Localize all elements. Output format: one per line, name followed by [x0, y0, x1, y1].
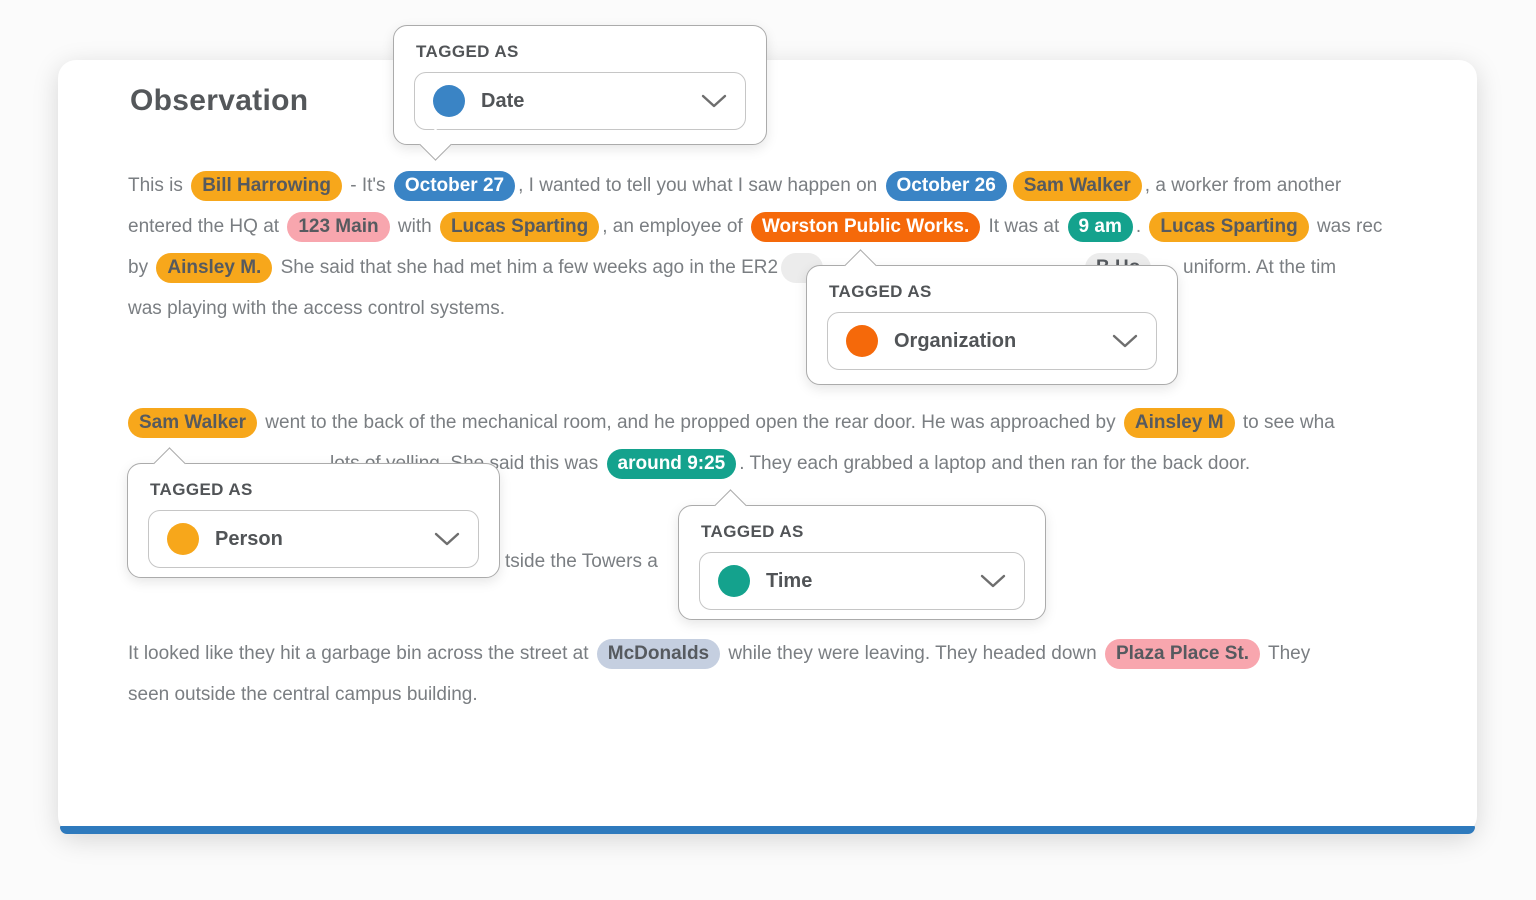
text-run: to see wha	[1238, 412, 1335, 433]
entity-tag-time[interactable]: 9 am	[1068, 212, 1133, 242]
text-run: , I wanted to tell you what I saw happen…	[518, 175, 882, 196]
tag-type-select-person[interactable]: Person	[148, 510, 479, 568]
chevron-down-icon	[434, 532, 460, 547]
tag-popup-organization: TAGGED AS Organization	[806, 265, 1178, 385]
text-run: This is	[128, 175, 188, 196]
text-run: , a worker from another	[1145, 175, 1341, 196]
text-run: uniform. At the tim	[1183, 257, 1336, 278]
text-line-p1l3-tail: uniform. At the tim	[1183, 247, 1336, 288]
text-run: - It's	[345, 175, 391, 196]
entity-tag-organization[interactable]: Worston Public Works.	[751, 212, 980, 242]
tag-type-select-organization[interactable]: Organization	[827, 312, 1157, 370]
text-run: by	[128, 257, 153, 278]
tag-type-select-time[interactable]: Time	[699, 552, 1025, 610]
tag-type-label: Time	[766, 570, 812, 593]
entity-tag-date[interactable]: October 27	[394, 171, 515, 201]
chevron-down-icon	[980, 574, 1006, 589]
text-run: was rec	[1312, 216, 1383, 237]
tag-popup-date: TAGGED AS Date	[393, 25, 767, 145]
annotation-screen: Observation This is Bill Harrowing - It'…	[0, 0, 1536, 900]
tag-type-label: Person	[215, 528, 283, 551]
entity-tag-location[interactable]: 123 Main	[287, 212, 389, 242]
text-run: while they were leaving. They headed dow…	[723, 643, 1102, 664]
text-run: They	[1263, 643, 1310, 664]
card-accent-bar	[60, 826, 1475, 834]
entity-tag-person[interactable]: Sam Walker	[128, 408, 257, 438]
tag-type-select-date[interactable]: Date	[414, 72, 746, 130]
text-line-p1l1: This is Bill Harrowing - It's October 27…	[128, 165, 1341, 206]
text-run: tside the Towers a	[505, 551, 658, 572]
text-run: . They each grabbed a laptop and then ra…	[739, 453, 1250, 474]
tag-type-label: Date	[481, 90, 524, 113]
text-line-p1l2: entered the HQ at 123 Main with Lucas Sp…	[128, 206, 1382, 247]
page-title: Observation	[130, 84, 308, 118]
text-run: It looked like they hit a garbage bin ac…	[128, 643, 594, 664]
tag-popup-person: TAGGED AS Person	[127, 463, 500, 578]
text-run: , an employee of	[602, 216, 748, 237]
chevron-down-icon	[1112, 334, 1138, 349]
entity-tag-misc[interactable]: McDonalds	[597, 639, 720, 669]
popup-header: TAGGED AS	[701, 522, 1025, 542]
entity-tag-person[interactable]: Lucas Sparting	[1149, 212, 1308, 242]
popup-header: TAGGED AS	[416, 42, 746, 62]
text-run: She said that she had met him a few week…	[275, 257, 778, 278]
text-run: entered the HQ at	[128, 216, 284, 237]
entity-tag-date[interactable]: October 26	[886, 171, 1007, 201]
text-line-p1l3: by Ainsley M. She said that she had met …	[128, 247, 826, 288]
tag-color-dot	[167, 523, 199, 555]
text-line-p4l1: It looked like they hit a garbage bin ac…	[128, 633, 1310, 674]
tag-color-dot	[433, 85, 465, 117]
entity-tag-time[interactable]: around 9:25	[607, 449, 737, 479]
text-run: with	[393, 216, 437, 237]
popup-header: TAGGED AS	[829, 282, 1157, 302]
text-run: went to the back of the mechanical room,…	[260, 412, 1121, 433]
chevron-down-icon	[701, 94, 727, 109]
text-run: .	[1136, 216, 1147, 237]
observation-card: Observation This is Bill Harrowing - It'…	[58, 60, 1477, 834]
tag-color-dot	[846, 325, 878, 357]
tag-popup-time: TAGGED AS Time	[678, 505, 1046, 620]
text-line-p3-fragment: tside the Towers a	[505, 541, 658, 582]
entity-tag-location[interactable]: Plaza Place St.	[1105, 639, 1260, 669]
entity-tag-person[interactable]: Ainsley M.	[156, 253, 272, 283]
text-line-p1l4: was playing with the access control syst…	[128, 288, 505, 329]
text-run: seen outside the central campus building…	[128, 684, 478, 705]
text-line-p4l2: seen outside the central campus building…	[128, 674, 478, 715]
popup-header: TAGGED AS	[150, 480, 479, 500]
entity-tag-person[interactable]: Lucas Sparting	[440, 212, 599, 242]
entity-tag-person[interactable]: Ainsley M	[1124, 408, 1235, 438]
entity-tag-person[interactable]: Sam Walker	[1013, 171, 1142, 201]
tag-color-dot	[718, 565, 750, 597]
text-line-p2l1: Sam Walker went to the back of the mecha…	[128, 402, 1335, 443]
tag-type-label: Organization	[894, 330, 1016, 353]
entity-tag-person[interactable]: Bill Harrowing	[191, 171, 342, 201]
text-run: was playing with the access control syst…	[128, 298, 505, 319]
text-run: It was at	[983, 216, 1064, 237]
